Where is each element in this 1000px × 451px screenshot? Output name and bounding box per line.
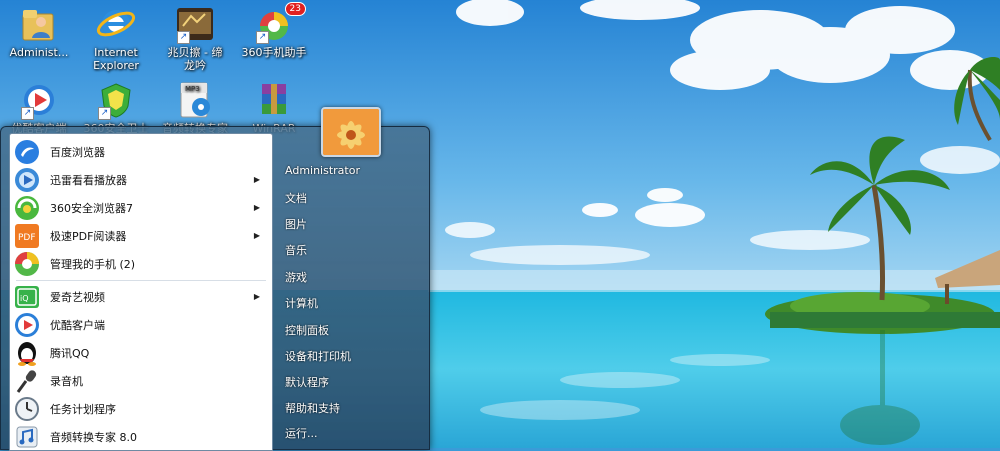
program-label: 优酷客户端 <box>50 319 105 332</box>
360-safe-icon: ↗ <box>96 80 136 120</box>
program-label: 极速PDF阅读器 <box>50 230 127 243</box>
program-item-sound-recorder[interactable]: 录音机 <box>10 367 272 395</box>
right-item-control-panel[interactable]: 控制面板 <box>285 322 329 338</box>
program-label: 爱奇艺视频 <box>50 291 105 304</box>
program-item-phone-manager[interactable]: 管理我的手机 (2) <box>10 250 272 278</box>
desktop-icon-internet-explorer[interactable]: Internet Explorer <box>78 4 154 72</box>
desktop-icon-label: Administ... <box>9 46 69 59</box>
desktop-icon-label: 兆贝擦 - 缔 <box>167 46 223 59</box>
start-menu: 百度浏览器 迅雷看看播放器 ▶ 360安全浏览器7 ▶ PDF 极速PDF阅读器… <box>0 107 430 451</box>
360-phone-assistant-icon: ↗ 23 <box>254 2 306 44</box>
right-item-games[interactable]: 游戏 <box>285 269 307 285</box>
program-label: 任务计划程序 <box>50 403 116 416</box>
desktop-icon-label: Explorer <box>93 59 139 72</box>
program-item-audio-converter[interactable]: 音频转换专家 8.0 <box>10 423 272 450</box>
user-avatar[interactable] <box>321 107 381 157</box>
youku-icon <box>14 312 40 338</box>
desktop-icon-label: Internet <box>94 46 138 59</box>
submenu-arrow-icon: ▶ <box>253 203 260 212</box>
youku-icon: ↗ <box>19 80 59 120</box>
program-label: 音频转换专家 8.0 <box>50 431 137 444</box>
program-label: 腾讯QQ <box>50 347 90 360</box>
right-item-music[interactable]: 音乐 <box>285 242 307 258</box>
microphone-icon <box>14 368 40 394</box>
program-label: 录音机 <box>50 375 83 388</box>
program-item-qq[interactable]: 腾讯QQ <box>10 339 272 367</box>
right-item-computer[interactable]: 计算机 <box>285 295 318 311</box>
internet-explorer-icon <box>96 4 136 44</box>
program-item-youku[interactable]: 优酷客户端 <box>10 311 272 339</box>
phone-manager-icon <box>14 251 40 277</box>
shortcut-arrow-icon: ↗ <box>256 31 269 44</box>
notification-badge: 23 <box>284 2 306 16</box>
clock-icon <box>14 396 40 422</box>
program-item-baidu-browser[interactable]: 百度浏览器 <box>10 138 272 166</box>
start-menu-right-pane: Administrator 文档 图片 音乐 游戏 计算机 控制面板 设备和打印… <box>273 107 429 449</box>
program-label: 管理我的手机 (2) <box>50 258 136 271</box>
game-icon: ↗ <box>175 4 215 44</box>
desktop-icon-administrator[interactable]: Administ... <box>1 4 77 59</box>
shortcut-arrow-icon: ↗ <box>21 107 34 120</box>
shortcut-arrow-icon: ↗ <box>98 107 111 120</box>
right-item-documents[interactable]: 文档 <box>285 190 307 206</box>
mp3-converter-icon: MP3 <box>175 80 215 120</box>
svg-text:iQ: iQ <box>20 294 29 303</box>
audio-converter-icon <box>14 424 40 450</box>
right-item-default-programs[interactable]: 默认程序 <box>285 374 329 390</box>
program-item-pdf-reader[interactable]: PDF 极速PDF阅读器 ▶ <box>10 222 272 250</box>
submenu-arrow-icon: ▶ <box>253 292 260 301</box>
iqiyi-icon: iQ <box>14 284 40 310</box>
360-browser-icon <box>14 195 40 221</box>
winrar-icon <box>254 80 294 120</box>
right-item-devices-printers[interactable]: 设备和打印机 <box>285 348 351 364</box>
shortcut-arrow-icon: ↗ <box>177 31 190 44</box>
program-item-task-scheduler[interactable]: 任务计划程序 <box>10 395 272 423</box>
program-item-iqiyi[interactable]: iQ 爱奇艺视频 ▶ <box>10 283 272 311</box>
svg-text:MP3: MP3 <box>185 85 200 93</box>
desktop-icon-game[interactable]: ↗ 兆贝擦 - 缔 龙吟 <box>157 4 233 72</box>
submenu-arrow-icon: ▶ <box>253 175 260 184</box>
start-menu-programs-list: 百度浏览器 迅雷看看播放器 ▶ 360安全浏览器7 ▶ PDF 极速PDF阅读器… <box>9 133 273 451</box>
desktop-icon-label: 龙吟 <box>184 59 206 72</box>
svg-text:PDF: PDF <box>18 233 36 243</box>
right-item-pictures[interactable]: 图片 <box>285 216 307 232</box>
baidu-browser-icon <box>14 139 40 165</box>
user-folder-icon <box>19 4 59 44</box>
right-item-run[interactable]: 运行... <box>285 425 318 441</box>
menu-separator <box>16 280 266 281</box>
program-label: 360安全浏览器7 <box>50 202 133 215</box>
desktop-icon-360-phone-assistant[interactable]: ↗ 23 360手机助手 <box>236 2 312 59</box>
right-item-user-name[interactable]: Administrator <box>285 164 360 177</box>
pdf-reader-icon: PDF <box>14 223 40 249</box>
right-item-help-support[interactable]: 帮助和支持 <box>285 400 340 416</box>
program-label: 迅雷看看播放器 <box>50 174 127 187</box>
program-item-360-browser[interactable]: 360安全浏览器7 ▶ <box>10 194 272 222</box>
program-item-xunlei-player[interactable]: 迅雷看看播放器 ▶ <box>10 166 272 194</box>
qq-penguin-icon <box>14 340 40 366</box>
xunlei-player-icon <box>14 167 40 193</box>
submenu-arrow-icon: ▶ <box>253 231 260 240</box>
desktop-icon-label: 360手机助手 <box>241 46 307 59</box>
program-label: 百度浏览器 <box>50 146 105 159</box>
